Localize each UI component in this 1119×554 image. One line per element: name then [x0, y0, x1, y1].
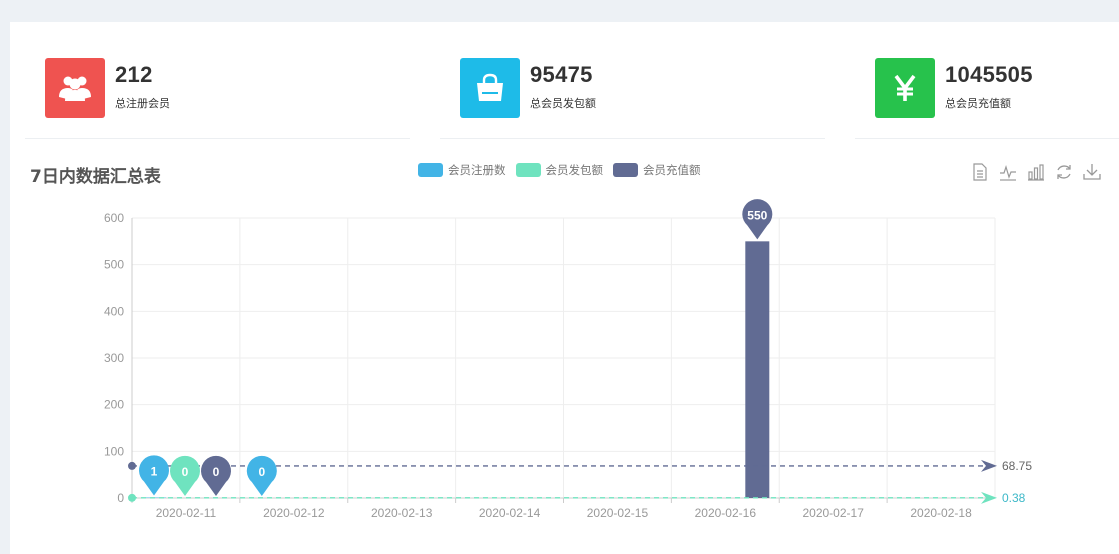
x-tick-label: 2020-02-18	[910, 506, 972, 520]
dashboard-panel: 212 总注册会员 95475 总会员发包额 1045505 总会员充值额 7日…	[10, 22, 1119, 554]
mark-point-label: 0	[182, 465, 189, 479]
x-tick-label: 2020-02-16	[695, 506, 757, 520]
y-tick-label: 500	[104, 258, 124, 272]
x-tick-label: 2020-02-13	[371, 506, 433, 520]
y-tick-label: 600	[104, 211, 124, 225]
y-tick-label: 200	[104, 398, 124, 412]
mark-point: 0	[246, 455, 277, 496]
x-tick-label: 2020-02-14	[479, 506, 541, 520]
bar	[745, 241, 770, 499]
mark-point: 1	[139, 455, 169, 496]
mark-point-label: 0	[213, 465, 220, 479]
mark-line-label: 68.75	[1002, 459, 1032, 473]
mark-point: 550	[742, 199, 773, 240]
bar-chart: 01002003004005006002020-02-11 2020-02-12 2…	[104, 199, 1032, 520]
x-tick-label: 2020-02-17	[802, 506, 864, 520]
y-tick-label: 300	[104, 351, 124, 365]
mark-point-label: 550	[747, 208, 767, 222]
mark-line-label: 0.38	[1002, 491, 1026, 505]
y-tick-label: 0	[117, 491, 124, 505]
mark-point: 0	[170, 455, 201, 496]
x-tick-label: 2020-02-15	[587, 506, 649, 520]
mark-point-label: 0	[258, 465, 265, 479]
y-tick-label: 100	[104, 444, 124, 458]
x-tick-label: 2020-02-11	[156, 506, 217, 520]
mark-line-start-dot	[128, 493, 136, 502]
x-tick-label: 2020-02-12	[263, 506, 325, 520]
y-tick-label: 400	[104, 304, 124, 318]
mark-point-label: 1	[151, 465, 158, 479]
mark-point: 0	[201, 455, 231, 496]
mark-line-start-dot	[128, 461, 136, 470]
